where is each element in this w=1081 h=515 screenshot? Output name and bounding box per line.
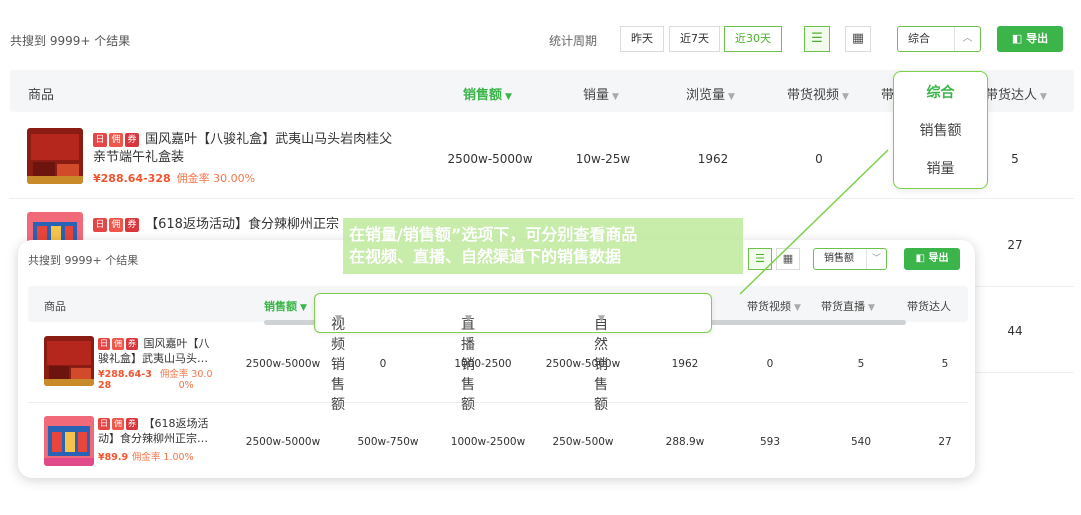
connector-arrow bbox=[739, 149, 889, 295]
